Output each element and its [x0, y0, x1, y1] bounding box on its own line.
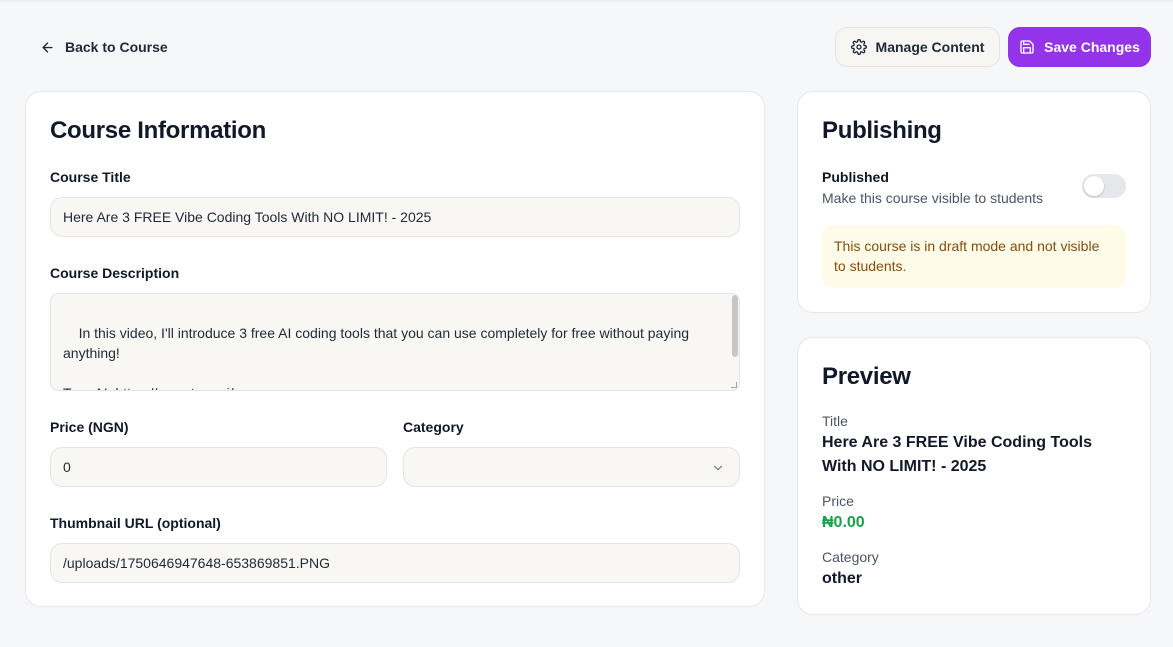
price-input[interactable]: 0 [50, 447, 387, 487]
published-label: Published [822, 169, 889, 185]
course-description-textarea[interactable]: In this video, I'll introduce 3 free AI … [50, 293, 740, 391]
description-resize-handle[interactable] [731, 382, 737, 388]
course-title-label: Course Title [50, 169, 131, 185]
preview-title-value: Here Are 3 FREE Vibe Coding Tools With N… [822, 434, 1092, 475]
manage-content-label: Manage Content [875, 39, 985, 55]
preview-price-value: ₦0.00 [822, 514, 865, 531]
price-label: Price (NGN) [50, 419, 129, 435]
course-description-label: Course Description [50, 265, 180, 281]
save-icon [1020, 40, 1034, 54]
save-changes-button[interactable]: Save Changes [1008, 27, 1151, 67]
preview-title-key: Title [822, 413, 848, 429]
toggle-knob [1084, 176, 1104, 196]
gear-icon [850, 39, 867, 55]
course-information-card: Course Information Course Title Here Are… [25, 91, 765, 607]
thumbnail-label: Thumbnail URL (optional) [50, 515, 221, 531]
course-description-value: In this video, I'll introduce 3 free AI … [63, 325, 690, 390]
publishing-title: Publishing [822, 117, 942, 144]
chevron-down-icon [713, 465, 723, 471]
draft-notice: This course is in draft mode and not vis… [822, 225, 1126, 288]
category-select[interactable] [403, 447, 740, 487]
description-scrollbar[interactable] [732, 295, 738, 357]
preview-price-key: Price [822, 493, 854, 509]
course-title-input[interactable]: Here Are 3 FREE Vibe Coding Tools With N… [50, 197, 740, 237]
publishing-card: Publishing Published Make this course vi… [797, 91, 1151, 313]
course-information-title: Course Information [50, 117, 266, 144]
preview-card: Preview Title Here Are 3 FREE Vibe Codin… [797, 337, 1151, 615]
course-title-value: Here Are 3 FREE Vibe Coding Tools With N… [63, 209, 432, 225]
published-description: Make this course visible to students [822, 190, 1043, 206]
thumbnail-url-value: /uploads/1750646947648-653869851.PNG [63, 555, 331, 571]
preview-category-value: other [822, 570, 862, 587]
preview-title: Preview [822, 363, 911, 390]
save-changes-label: Save Changes [1044, 39, 1140, 55]
back-link-label: Back to Course [65, 39, 168, 55]
thumbnail-url-input[interactable]: /uploads/1750646947648-653869851.PNG [50, 543, 740, 583]
manage-content-button[interactable]: Manage Content [835, 27, 1000, 67]
published-toggle[interactable] [1082, 174, 1126, 198]
back-to-course-link[interactable]: Back to Course [40, 36, 168, 58]
price-value: 0 [63, 459, 71, 475]
top-divider [0, 0, 1173, 2]
category-label: Category [403, 419, 464, 435]
arrow-left-icon [42, 41, 53, 53]
preview-category-key: Category [822, 549, 879, 565]
